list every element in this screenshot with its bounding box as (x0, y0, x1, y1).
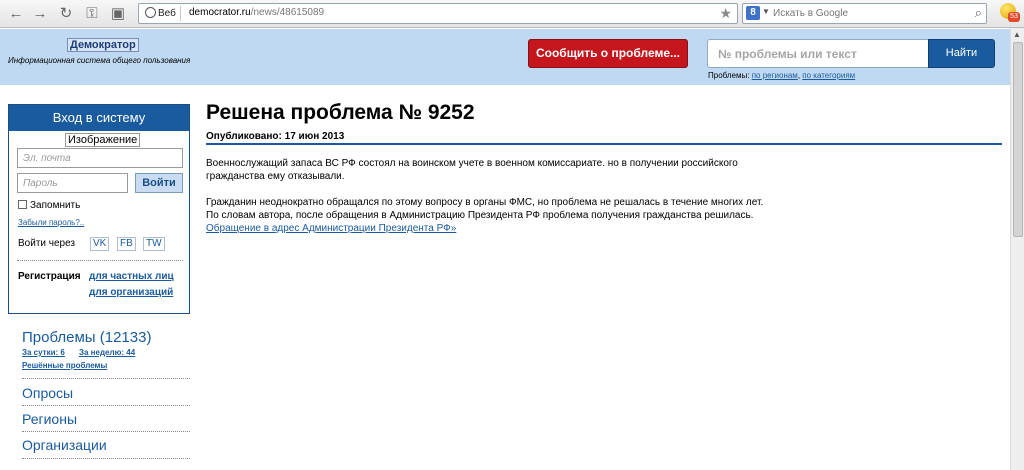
article-paragraph: Военнослужащий запаса ВС РФ состоял на в… (206, 158, 738, 182)
url-text[interactable]: democrator.ru/news/48615089 (189, 7, 324, 18)
by-regions-link[interactable]: по регионам (752, 71, 798, 80)
login-button[interactable]: Войти (135, 173, 183, 193)
reload-icon[interactable]: ↻ (56, 4, 76, 24)
url-domain: democrator.ru (189, 7, 251, 18)
nav-problems[interactable]: Проблемы (12133) (22, 329, 151, 346)
web-chip-label: Веб (158, 8, 176, 19)
problems-label: Проблемы: (708, 71, 750, 80)
nav-item-polls[interactable]: Опросы (22, 385, 73, 401)
problem-search-input[interactable]: № проблемы или текст (707, 39, 929, 68)
site-header: Демократор Информационная система общего… (0, 29, 1010, 85)
report-problem-button[interactable]: Сообщить о проблеме... (528, 39, 688, 68)
by-categories-link[interactable]: по категориям (802, 71, 855, 80)
problems-links: Проблемы: по регионам, по категориям (708, 71, 856, 80)
browser-toolbar: ← → ↻ ⚿ ▣ Веб democrator.ru/news/4861508… (0, 0, 1024, 28)
find-button[interactable]: Найти (928, 39, 995, 68)
registration-label: Регистрация (18, 271, 81, 282)
search-icon[interactable]: ⌕ (975, 5, 982, 21)
problem-search-placeholder: № проблемы или текст (718, 47, 857, 61)
login-divider (17, 260, 183, 261)
vertical-scrollbar[interactable]: ▲ (1010, 28, 1024, 470)
nav-divider (22, 405, 190, 406)
nav-item-regions[interactable]: Регионы (22, 411, 77, 427)
login-title: Вход в систему (9, 105, 189, 131)
nav-resolved-link[interactable]: Решённые проблемы (22, 361, 107, 370)
password-placeholder: Пароль (23, 178, 58, 189)
bookmark-star-icon[interactable]: ★ (719, 5, 732, 22)
fb-login-link[interactable]: FB (117, 237, 136, 251)
published-date: 17 июн 2013 (284, 131, 345, 142)
site-logo[interactable]: Демократор (67, 38, 139, 52)
forward-icon[interactable]: → (30, 4, 50, 24)
nav-divider (22, 378, 190, 379)
password-field[interactable]: Пароль (17, 173, 128, 193)
browser-search-bar[interactable]: 8 ▼ Искать в Google ⌕ (742, 3, 987, 24)
article-title: Решена проблема № 9252 (206, 101, 475, 124)
site-tagline: Информационная система общего пользовани… (8, 56, 191, 65)
checkbox-icon[interactable] (18, 200, 27, 209)
url-path: /news/48615089 (250, 7, 325, 18)
chevron-down-icon[interactable]: ▼ (762, 7, 770, 16)
register-org-link[interactable]: для организаций (89, 287, 173, 298)
scroll-thumb[interactable] (1013, 42, 1023, 237)
nav-per-week-link[interactable]: За неделю: 44 (79, 348, 135, 357)
register-private-link[interactable]: для частных лиц (89, 271, 174, 282)
published-line: Опубликовано: 17 июн 2013 (206, 131, 344, 142)
key-icon[interactable]: ⚿ (82, 4, 102, 24)
article-paragraph-2: Гражданин неоднократно обращался по этом… (206, 196, 776, 235)
nav-per-day-link[interactable]: За сутки: 6 (22, 348, 65, 357)
published-label: Опубликовано: (206, 131, 282, 142)
back-icon[interactable]: ← (6, 4, 26, 24)
scroll-up-icon[interactable]: ▲ (1013, 30, 1022, 39)
email-field[interactable]: Эл. почта (17, 148, 183, 168)
remember-label: Запомнить (30, 200, 81, 211)
email-placeholder: Эл. почта (23, 153, 71, 164)
login-panel: Вход в систему Изображение Эл. почта Пар… (8, 104, 190, 314)
appeal-link[interactable]: Обращение в адрес Администрации Президен… (206, 223, 456, 234)
article-divider (206, 143, 1002, 145)
vk-login-link[interactable]: VK (90, 237, 110, 251)
browser-search-placeholder: Искать в Google (773, 8, 849, 19)
home-icon[interactable]: ▣ (108, 4, 128, 24)
addon-badge: 53 (1008, 12, 1020, 22)
article-paragraph-text: Гражданин неоднократно обращался по этом… (206, 197, 764, 221)
nav-divider (22, 431, 190, 432)
google-icon[interactable]: 8 (746, 6, 760, 20)
nav-divider (22, 458, 190, 459)
forgot-password-link[interactable]: Забыли пароль?.. (18, 218, 84, 227)
address-bar[interactable]: Веб democrator.ru/news/48615089 ★ (138, 3, 738, 24)
globe-icon (145, 7, 156, 18)
addon-button[interactable]: 53 (1000, 3, 1020, 23)
nav-item-organizations[interactable]: Организации (22, 437, 107, 453)
web-identity-chip[interactable]: Веб (143, 6, 181, 21)
captcha-image-label: Изображение (65, 133, 141, 147)
login-via-label: Войти через (18, 238, 76, 249)
remember-checkbox[interactable]: Запомнить (18, 200, 80, 211)
tw-login-link[interactable]: TW (143, 237, 165, 251)
